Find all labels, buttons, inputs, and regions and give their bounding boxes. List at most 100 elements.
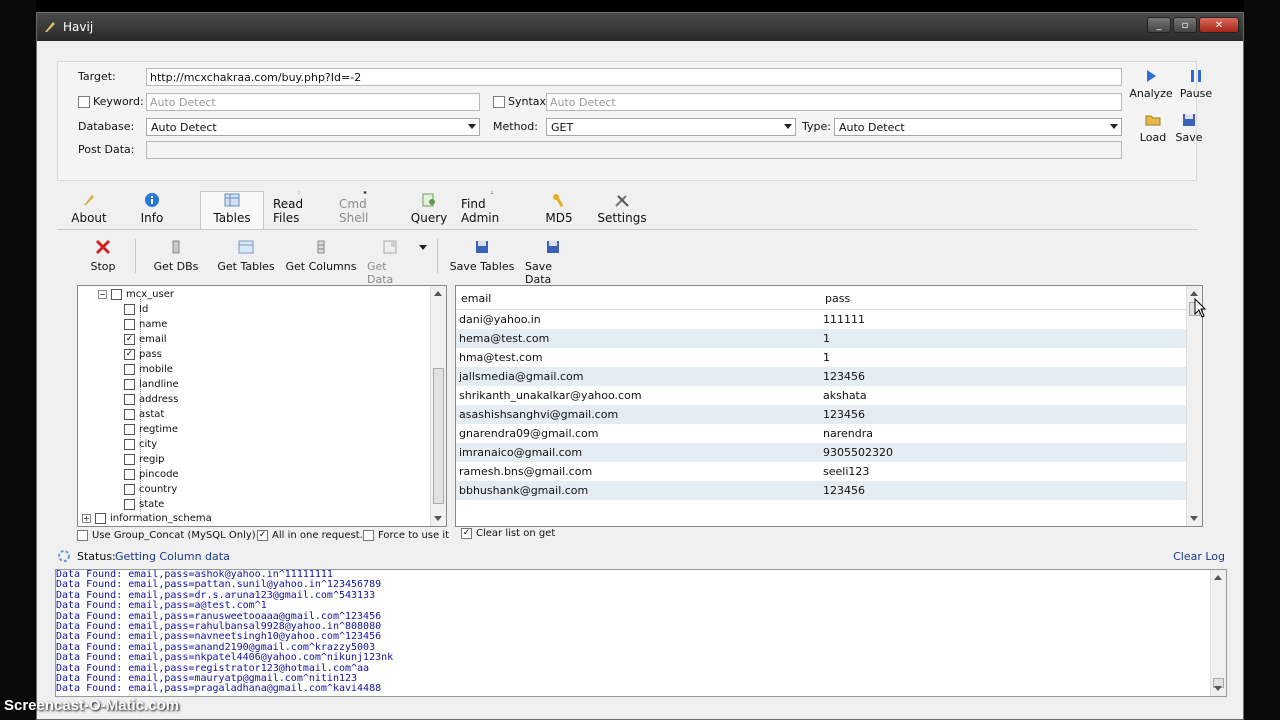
tree-column-checkbox[interactable] [124,499,135,510]
syntax-input[interactable]: Auto Detect [546,93,1122,111]
tree-column-node[interactable]: landline [124,377,179,392]
grid-header-pass[interactable]: pass [825,292,850,305]
table-row[interactable]: imranaico@gmail.com 9305502320 [456,443,1186,462]
scroll-down-icon[interactable] [434,516,442,521]
tab-info[interactable]: Info [133,191,171,229]
syntax-checkbox[interactable] [493,96,505,108]
tree-column-checkbox[interactable] [124,484,135,495]
scroll-down-icon[interactable] [1190,516,1198,521]
tree-column-checkbox[interactable]: ✓ [124,349,135,360]
keyword-input[interactable]: Auto Detect [146,93,480,111]
scroll-down-icon[interactable] [1214,686,1222,691]
tree-column-node[interactable]: mobile [124,362,173,377]
clear-list-option[interactable]: ✓ Clear list on get [461,528,555,539]
tree-column-node[interactable]: ✓ pass [124,347,162,362]
table-row[interactable]: ramesh.bns@gmail.com seeli123 [456,462,1186,481]
get-data-button[interactable]: Get Data [367,235,413,286]
type-select[interactable]: Auto Detect [834,118,1122,136]
tab-tables[interactable]: Tables [200,191,264,229]
all-in-one-checkbox[interactable]: ✓ [257,530,268,541]
tree-column-node[interactable]: Id [124,302,148,317]
log-scrollbar[interactable] [1210,570,1226,696]
table-row[interactable]: bbhushank@gmail.com 123456 [456,481,1186,500]
scroll-up-icon[interactable] [434,291,442,296]
get-dbs-button[interactable]: Get DBs [151,235,201,273]
log-output[interactable]: Data Found: email,pass=ashok@yahoo.in^11… [55,569,1227,697]
all-in-one-option[interactable]: ✓ All in one request. [257,530,363,541]
table-row[interactable]: jallsmedia@gmail.com 123456 [456,367,1186,386]
table-row[interactable]: gnarendra09@gmail.com narendra [456,424,1186,443]
tree-column-checkbox[interactable] [124,394,135,405]
tree-column-checkbox[interactable] [124,319,135,330]
tree-column-checkbox[interactable] [124,409,135,420]
scroll-up-icon[interactable] [1190,291,1198,296]
tree-column-checkbox[interactable] [124,439,135,450]
save-data-button[interactable]: Save Data [525,235,581,286]
tree-column-checkbox[interactable] [124,364,135,375]
tree-column-node[interactable]: regtime [124,422,178,437]
scroll-thumb[interactable] [433,368,444,504]
tree-column-checkbox[interactable] [124,469,135,480]
tree-db-node[interactable]: + information_schema [82,511,212,526]
method-select[interactable]: GET [546,118,796,136]
tree-column-node[interactable]: ✓ email [124,332,167,347]
tree-checkbox[interactable] [95,513,106,524]
tree-column-node[interactable]: state [124,497,164,512]
table-row[interactable]: asashishsanghvi@gmail.com 123456 [456,405,1186,424]
tree-column-node[interactable]: pincode [124,467,179,482]
keyword-checkbox[interactable] [78,96,90,108]
save-button[interactable]: Save [1172,112,1206,144]
save-tables-button[interactable]: Save Tables [449,235,515,273]
maximize-button[interactable]: ▫ [1173,17,1197,33]
get-columns-button[interactable]: Get Columns [283,235,359,273]
tree-column-checkbox[interactable] [124,454,135,465]
postdata-input[interactable] [146,141,1122,159]
table-row[interactable]: shrikanth_unakalkar@yahoo.com akshata [456,386,1186,405]
group-concat-option[interactable]: Use Group_Concat (MySQL Only) [77,530,256,541]
close-button[interactable]: ✕ [1199,17,1239,33]
group-concat-checkbox[interactable] [77,530,88,541]
analyze-button[interactable]: Analyze [1129,68,1173,100]
tree-column-node[interactable]: name [124,317,167,332]
database-select[interactable]: Auto Detect [146,118,480,136]
tree-column-checkbox[interactable] [124,379,135,390]
tree-table-node[interactable]: − mcx_user [98,287,174,302]
table-row[interactable]: hema@test.com 1 [456,329,1186,348]
target-input[interactable]: http://mcxchakraa.com/buy.php?Id=-2 [146,68,1122,86]
expand-icon[interactable]: + [82,514,91,523]
grid-scrollbar[interactable] [1186,286,1202,526]
tree-column-checkbox[interactable] [124,424,135,435]
tree-column-checkbox[interactable]: ✓ [124,334,135,345]
tree-column-node[interactable]: city [124,437,157,452]
tree-scrollbar[interactable] [430,286,446,526]
clear-log-link[interactable]: Clear Log [1173,550,1225,563]
tree-column-node[interactable]: astat [124,407,164,422]
tab-about[interactable]: About [67,191,111,229]
tree-column-node[interactable]: country [124,482,177,497]
pause-button[interactable]: Pause [1178,68,1214,100]
tab-md5[interactable]: MD5 [543,191,575,229]
tree-column-checkbox[interactable] [124,304,135,315]
tab-find-admin[interactable]: Find Admin [461,191,523,229]
tab-read-files[interactable]: Read Files [273,191,325,229]
tree-column-node[interactable]: regip [124,452,165,467]
tab-query[interactable]: Query [409,191,449,229]
scroll-up-icon[interactable] [1214,575,1222,580]
load-button[interactable]: Load [1136,112,1170,144]
title-bar[interactable]: Havij _ ▫ ✕ [37,13,1243,41]
grid-header-email[interactable]: email [461,292,491,305]
get-data-dropdown[interactable] [417,235,429,260]
force-option[interactable]: Force to use it [363,530,449,541]
stop-button[interactable]: Stop [83,235,123,273]
get-tables-button[interactable]: Get Tables [215,235,277,273]
tab-settings[interactable]: Settings [597,191,647,229]
tree-checkbox[interactable] [111,289,122,300]
clear-list-checkbox[interactable]: ✓ [461,528,472,539]
tab-cmd-shell[interactable]: Cmd Shell [339,191,391,229]
table-row[interactable]: dani@yahoo.in 111111 [456,310,1186,329]
table-row[interactable]: hma@test.com 1 [456,348,1186,367]
force-checkbox[interactable] [363,530,374,541]
collapse-icon[interactable]: − [98,290,107,299]
tree-column-node[interactable]: address [124,392,178,407]
minimize-button[interactable]: _ [1147,17,1171,33]
